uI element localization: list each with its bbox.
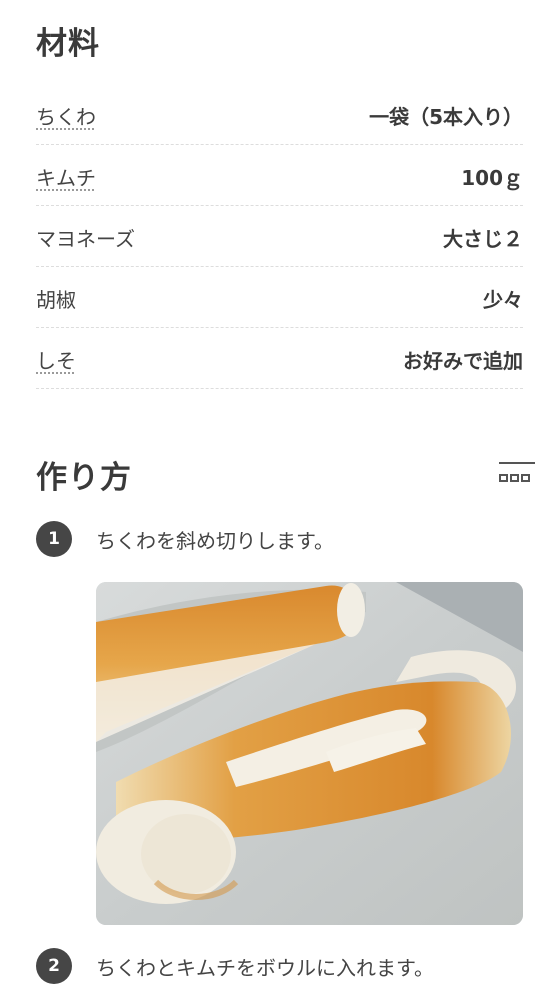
ingredient-amount: 一袋（5本入り） (369, 104, 523, 129)
ingredient-amount: 100ｇ (461, 165, 523, 190)
step-photo-sliced-chikuwa[interactable] (96, 582, 523, 925)
ingredient-name: マヨネーズ (36, 226, 135, 251)
step-number-badge: 1 (36, 521, 72, 557)
ingredient-amount: 少々 (483, 287, 523, 312)
ingredient-link-kimchi[interactable]: キムチ (36, 162, 96, 191)
ingredient-amount: 大さじ２ (443, 226, 523, 251)
grid-cell-icon (510, 474, 519, 482)
ingredients-list: ちくわ 一袋（5本入り） キムチ 100ｇ マヨネーズ 大さじ２ 胡椒 少々 し… (36, 84, 523, 389)
step-text: ちくわとキムチをボウルに入れます。 (96, 956, 434, 980)
ingredient-row: ちくわ 一袋（5本入り） (36, 84, 523, 145)
ingredient-link-chikuwa[interactable]: ちくわ (36, 101, 96, 130)
grid-layout-icon[interactable] (499, 462, 535, 482)
ingredient-link-shiso[interactable]: しそ (36, 345, 76, 374)
ingredient-row: 胡椒 少々 (36, 267, 523, 328)
ingredient-name: 胡椒 (36, 287, 76, 312)
ingredients-title: 材料 (36, 26, 100, 62)
ingredient-row: マヨネーズ 大さじ２ (36, 206, 523, 267)
recipe-page: 材料 ちくわ 一袋（5本入り） キムチ 100ｇ マヨネーズ 大さじ２ 胡椒 少… (0, 0, 559, 1000)
steps-title: 作り方 (36, 460, 132, 496)
ingredient-row: しそ お好みで追加 (36, 328, 523, 389)
sliced-chikuwa-photo (96, 582, 523, 925)
grid-cell-icon (499, 474, 508, 482)
ingredient-row: キムチ 100ｇ (36, 145, 523, 206)
step-text: ちくわを斜め切りします。 (96, 529, 334, 553)
ingredient-amount: お好みで追加 (403, 348, 523, 373)
grid-cell-icon (521, 474, 530, 482)
step-number-badge: 2 (36, 948, 72, 984)
